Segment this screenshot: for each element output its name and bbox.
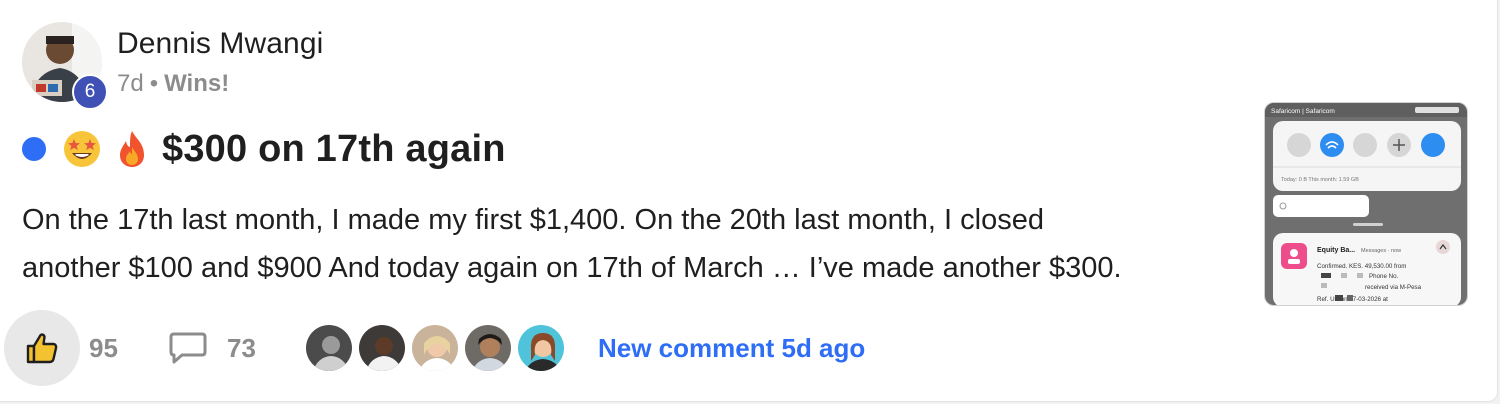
carrier-text: Safaricom | Safaricom (1271, 108, 1335, 115)
unread-dot (22, 137, 46, 161)
notification-line: Phone No. (1369, 273, 1399, 280)
comment-icon[interactable] (168, 330, 208, 366)
commenter-avatar[interactable] (357, 323, 407, 373)
post-title-row[interactable]: $300 on 17th again (22, 126, 506, 172)
like-count: 95 (89, 333, 118, 363)
commenter-avatar[interactable] (463, 323, 513, 373)
notification-line: Confirmed. KES. 49,530.00 from (1317, 263, 1406, 270)
post-meta: 7d • Wins! (117, 70, 229, 98)
post-time: 7d (117, 70, 144, 97)
data-usage-text: Today: 0 B This month: 1.59 GB (1281, 177, 1359, 183)
post-card[interactable]: 6 Dennis Mwangi 7d • Wins! $300 on 17th … (0, 0, 1498, 402)
post-title[interactable]: $300 on 17th again (162, 128, 506, 171)
new-comment-link[interactable]: New comment 5d ago (598, 333, 865, 364)
like-button[interactable] (4, 310, 80, 386)
commenter-avatar[interactable] (304, 323, 354, 373)
notification-sender: Equity Ba... (1317, 247, 1355, 254)
post-image-thumbnail[interactable]: Safaricom | Safaricom Today: 0 B This mo… (1264, 102, 1468, 306)
notification-source: Messages · now (1361, 248, 1401, 254)
post-category[interactable]: Wins! (164, 70, 229, 98)
author-avatar-wrap[interactable]: 6 (22, 22, 108, 110)
author-name[interactable]: Dennis Mwangi (117, 27, 323, 61)
post-body-line: On the 17th last month, I made my first … (22, 204, 1044, 236)
meta-separator: • (149, 70, 159, 97)
post-body[interactable]: On the 17th last month, I made my first … (22, 196, 1222, 292)
level-badge: 6 (72, 74, 108, 110)
commenter-avatar[interactable] (410, 323, 460, 373)
notification-line: received via M-Pesa (1365, 284, 1422, 291)
fire-emoji-icon (120, 131, 144, 167)
star-struck-emoji-icon (64, 131, 100, 167)
thumbs-up-icon (26, 333, 58, 364)
commenter-avatar[interactable] (516, 323, 566, 373)
comment-count: 73 (227, 333, 256, 363)
post-body-line: another $100 and $900 And today again on… (22, 252, 1122, 284)
